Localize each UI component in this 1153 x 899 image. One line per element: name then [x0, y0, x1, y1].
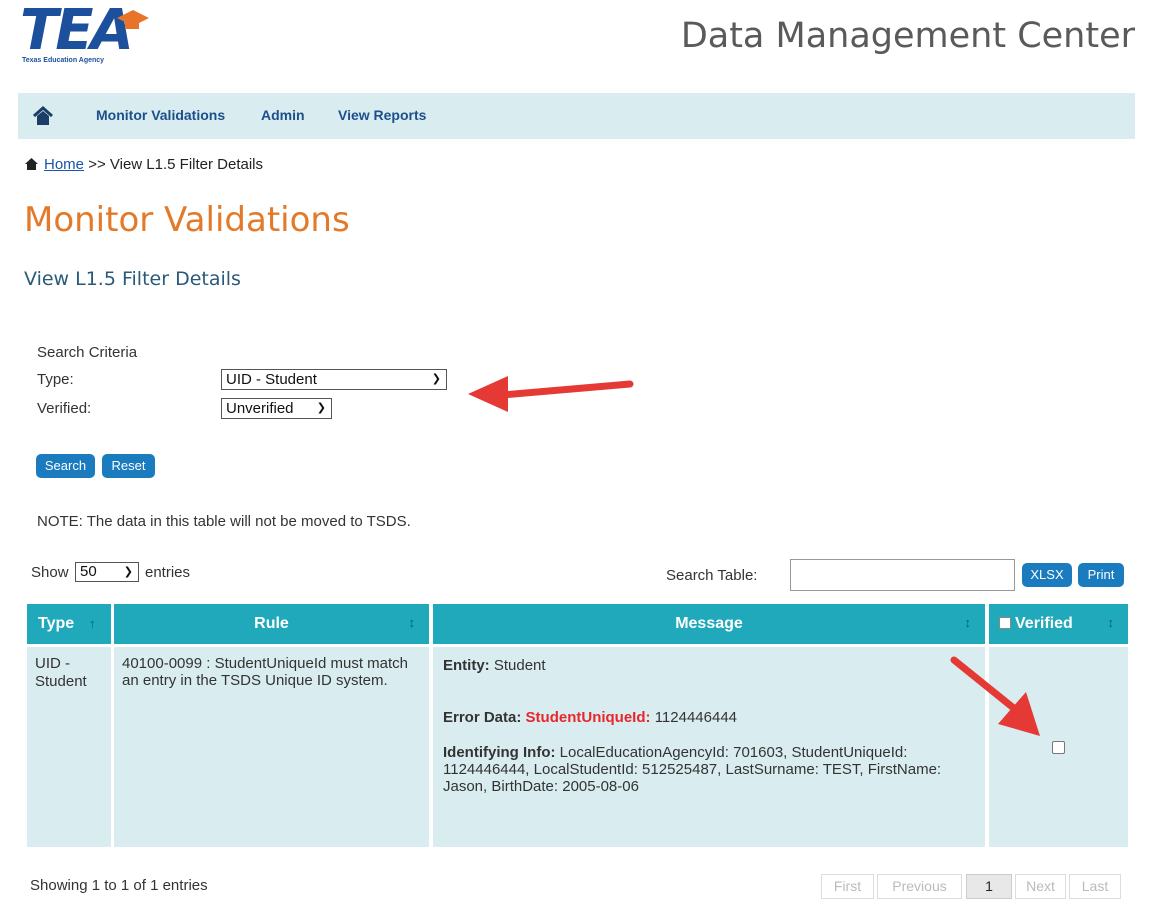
entries-label: entries	[145, 564, 191, 581]
app-title: Data Management Center	[680, 16, 1135, 56]
column-header-type[interactable]: Type ↑	[27, 604, 111, 644]
cell-rule: 40100-0099 : StudentUniqueId must match …	[114, 647, 429, 847]
entity-value: Student	[493, 657, 546, 674]
chevron-down-icon: ❯	[316, 402, 326, 414]
column-header-verified[interactable]: Verified ↕	[989, 604, 1128, 644]
type-select-value: UID - Student	[226, 371, 317, 388]
xlsx-button[interactable]: XLSX	[1022, 563, 1072, 587]
verified-select-value: Unverified	[226, 400, 294, 417]
nav-monitor-validations[interactable]: Monitor Validations	[96, 107, 225, 123]
entries-select[interactable]: 50 ❯	[75, 562, 139, 582]
error-value: 1124446444	[654, 709, 737, 726]
search-criteria-heading: Search Criteria	[37, 344, 138, 361]
tea-logo[interactable]: TEA Texas Education Agency	[20, 0, 152, 68]
page-subtitle: View L1.5 Filter Details	[24, 268, 241, 290]
breadcrumb-separator: >>	[88, 156, 106, 173]
annotation-arrow-diagonal	[950, 656, 1040, 736]
breadcrumb-current: View L1.5 Filter Details	[109, 156, 264, 173]
graduation-cap-icon	[117, 10, 149, 29]
sort-icon: ↕	[1107, 615, 1115, 630]
verified-checkbox[interactable]	[1052, 741, 1065, 754]
identifying-info-label: Identifying Info:	[443, 744, 556, 761]
logo-subtitle: Texas Education Agency	[22, 57, 105, 64]
pager-last[interactable]: Last	[1069, 874, 1121, 899]
main-nav: Monitor Validations Admin View Reports	[18, 93, 1135, 139]
page-title: Monitor Validations	[24, 200, 350, 240]
chevron-down-icon: ❯	[431, 373, 441, 385]
entries-select-value: 50	[80, 563, 97, 580]
pager-page-1[interactable]: 1	[966, 874, 1012, 899]
error-data-label: Error Data:	[443, 709, 522, 726]
note-text: NOTE: The data in this table will not be…	[37, 513, 411, 530]
search-table-input[interactable]	[790, 559, 1015, 591]
annotation-arrow-left	[468, 376, 634, 412]
print-button[interactable]: Print	[1078, 563, 1124, 587]
verified-label: Verified:	[37, 400, 92, 417]
verified-select[interactable]: Unverified ❯	[221, 398, 332, 419]
entity-label: Entity:	[443, 657, 490, 674]
type-label: Type:	[37, 371, 74, 388]
home-icon	[25, 158, 38, 170]
error-field: StudentUniqueId:	[525, 709, 651, 726]
sort-asc-icon: ↑	[89, 616, 96, 631]
column-header-type-label: Type	[38, 615, 75, 632]
search-button[interactable]: Search	[36, 454, 95, 478]
column-header-message-label: Message	[675, 615, 743, 632]
cell-message: Entity: Student Error Data: StudentUniqu…	[433, 647, 985, 847]
pager-previous[interactable]: Previous	[877, 874, 962, 899]
type-select[interactable]: UID - Student ❯	[221, 369, 447, 390]
nav-view-reports[interactable]: View Reports	[338, 107, 426, 123]
search-table-label: Search Table:	[666, 567, 758, 584]
nav-admin[interactable]: Admin	[261, 107, 305, 123]
breadcrumb-home-link[interactable]: Home	[44, 156, 84, 173]
breadcrumb: Home >> View L1.5 Filter Details	[25, 156, 263, 173]
column-header-verified-label: Verified	[1015, 615, 1073, 632]
home-icon[interactable]	[32, 105, 54, 127]
chevron-down-icon: ❯	[123, 566, 133, 578]
reset-button[interactable]: Reset	[102, 454, 155, 478]
column-header-rule[interactable]: Rule ↕	[114, 604, 429, 644]
column-header-message[interactable]: Message ↕	[433, 604, 985, 644]
sort-icon: ↕	[964, 615, 972, 630]
cell-type: UID - Student	[27, 647, 111, 847]
show-entries-label: Show	[31, 564, 69, 581]
column-header-rule-label: Rule	[254, 615, 289, 632]
table-info: Showing 1 to 1 of 1 entries	[30, 877, 208, 894]
select-all-checkbox[interactable]	[999, 617, 1011, 629]
sort-icon: ↕	[408, 615, 416, 630]
pager-next[interactable]: Next	[1015, 874, 1066, 899]
pager-first[interactable]: First	[821, 874, 874, 899]
